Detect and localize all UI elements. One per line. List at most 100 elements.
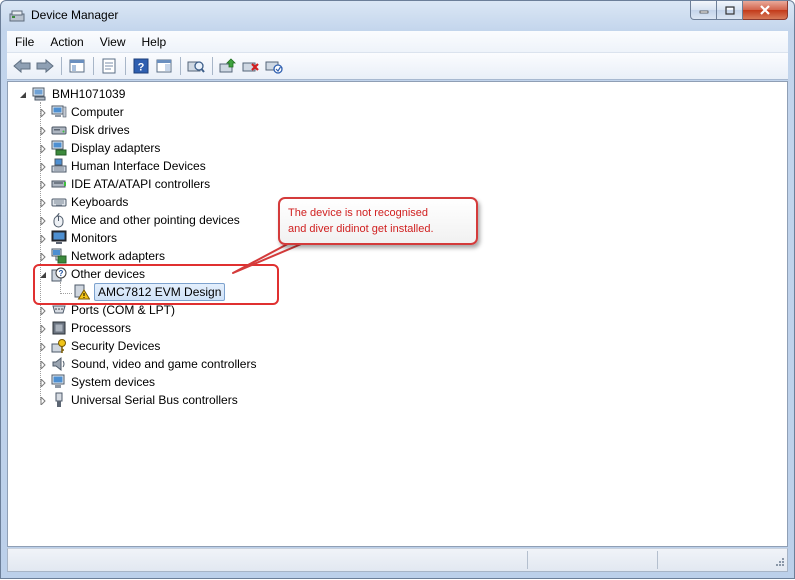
expand-arrow-icon[interactable] <box>38 198 47 207</box>
properties-icon <box>102 58 116 74</box>
toolbar-separator <box>180 57 181 75</box>
expand-arrow-icon[interactable] <box>38 108 47 117</box>
tree-item-usb-controllers[interactable]: Universal Serial Bus controllers <box>38 391 238 409</box>
expand-arrow-icon[interactable] <box>38 360 47 369</box>
item-label: Display adapters <box>71 141 161 155</box>
tree-item-ide-controllers[interactable]: IDE ATA/ATAPI controllers <box>38 175 210 193</box>
expand-arrow-icon[interactable] <box>38 216 47 225</box>
item-label: Monitors <box>71 231 118 245</box>
svg-text:?: ? <box>138 62 145 74</box>
device-manager-window: Device Manager File Action View Help ? B… <box>0 0 795 579</box>
item-label: Security Devices <box>71 339 161 353</box>
back-button[interactable] <box>11 55 33 77</box>
device-tree-pane[interactable]: BMH1071039 Computer Disk drives Display … <box>7 81 788 547</box>
expand-arrow-icon[interactable] <box>38 306 47 315</box>
caption-buttons <box>690 1 788 21</box>
show-hide-tree-icon <box>69 59 85 73</box>
sound-icon <box>52 356 65 372</box>
item-label: Mice and other pointing devices <box>71 213 240 227</box>
menu-file[interactable]: File <box>7 32 42 52</box>
expand-arrow-icon[interactable] <box>38 252 47 261</box>
status-segment <box>8 551 528 569</box>
item-label: Ports (COM & LPT) <box>71 303 176 317</box>
update-driver-icon <box>219 58 236 73</box>
security-device-icon <box>51 339 66 353</box>
tree-item-disk-drives[interactable]: Disk drives <box>38 121 130 139</box>
action-pane-icon <box>156 59 172 73</box>
tree-item-human-interface-devices[interactable]: Human Interface Devices <box>38 157 206 175</box>
toolbar-separator <box>212 57 213 75</box>
minimize-button[interactable] <box>690 1 717 20</box>
tree-item-processors[interactable]: Processors <box>38 319 131 337</box>
toolbar: ? <box>7 53 788 80</box>
disable-icon <box>265 61 283 74</box>
scan-hardware-icon <box>187 61 205 73</box>
tree-item-keyboards[interactable]: Keyboards <box>38 193 128 211</box>
forward-button[interactable] <box>34 55 56 77</box>
tree-item-mice[interactable]: Mice and other pointing devices <box>38 211 240 229</box>
callout-line-2: and diver didinot get installed. <box>288 223 434 235</box>
tree-item-display-adapters[interactable]: Display adapters <box>38 139 160 157</box>
maximize-icon <box>724 5 735 15</box>
status-bar <box>7 548 788 572</box>
tree-item-sound-video-game[interactable]: Sound, video and game controllers <box>38 355 256 373</box>
root-label: BMH1071039 <box>52 87 126 101</box>
item-label: IDE ATA/ATAPI controllers <box>71 177 211 191</box>
computer-root-icon <box>32 87 46 101</box>
expand-arrow-icon[interactable] <box>38 144 47 153</box>
back-arrow-icon <box>13 59 31 73</box>
expand-arrow-icon[interactable] <box>38 234 47 243</box>
annotation-highlight-box <box>33 264 279 305</box>
properties-button[interactable] <box>98 55 120 77</box>
ide-controller-icon <box>51 180 66 188</box>
expand-arrow-icon[interactable] <box>38 342 47 351</box>
expand-arrow-icon[interactable] <box>38 162 47 171</box>
show-hide-tree-button[interactable] <box>66 55 88 77</box>
tree-item-network-adapters[interactable]: Network adapters <box>38 247 165 265</box>
disable-button[interactable] <box>263 55 285 77</box>
tree-root[interactable]: BMH1071039 <box>18 85 125 103</box>
menu-action[interactable]: Action <box>42 32 91 52</box>
item-label: Disk drives <box>71 123 130 137</box>
scan-hardware-button[interactable] <box>185 55 207 77</box>
display-adapter-icon <box>51 140 67 156</box>
title-bar[interactable]: Device Manager <box>1 1 794 31</box>
item-label: Universal Serial Bus controllers <box>71 393 238 407</box>
uninstall-button[interactable] <box>240 55 262 77</box>
minimize-icon <box>699 10 708 14</box>
processor-icon <box>52 321 66 335</box>
callout-line-1: The device is not recognised <box>288 207 429 219</box>
expand-arrow-icon[interactable] <box>38 126 47 135</box>
help-button[interactable]: ? <box>130 55 152 77</box>
forward-arrow-icon <box>36 59 54 73</box>
system-device-icon <box>51 374 65 388</box>
item-label: Keyboards <box>71 195 129 209</box>
tree-item-monitors[interactable]: Monitors <box>38 229 117 247</box>
collapse-arrow-icon[interactable] <box>18 90 27 99</box>
help-icon: ? <box>133 58 149 74</box>
maximize-button[interactable] <box>717 1 743 20</box>
usb-icon <box>55 392 63 407</box>
expand-arrow-icon[interactable] <box>38 324 47 333</box>
toolbar-separator <box>93 57 94 75</box>
expand-arrow-icon[interactable] <box>38 378 47 387</box>
item-label: System devices <box>71 375 156 389</box>
tree-item-system-devices[interactable]: System devices <box>38 373 155 391</box>
hid-icon <box>51 158 67 173</box>
item-label: Computer <box>71 105 124 119</box>
tree-item-security-devices[interactable]: Security Devices <box>38 337 160 355</box>
menu-help[interactable]: Help <box>134 32 175 52</box>
menu-view[interactable]: View <box>92 32 134 52</box>
close-icon <box>760 5 770 15</box>
action-pane-button[interactable] <box>153 55 175 77</box>
close-button[interactable] <box>743 1 788 20</box>
tree-item-computer[interactable]: Computer <box>38 103 124 121</box>
expand-arrow-icon[interactable] <box>38 396 47 405</box>
device-manager-icon <box>9 10 25 22</box>
resize-grip-icon[interactable] <box>773 557 785 569</box>
update-driver-button[interactable] <box>217 55 239 77</box>
item-label: Human Interface Devices <box>71 159 206 173</box>
expand-arrow-icon[interactable] <box>38 180 47 189</box>
monitor-icon <box>51 230 67 244</box>
item-label: Sound, video and game controllers <box>71 357 257 371</box>
